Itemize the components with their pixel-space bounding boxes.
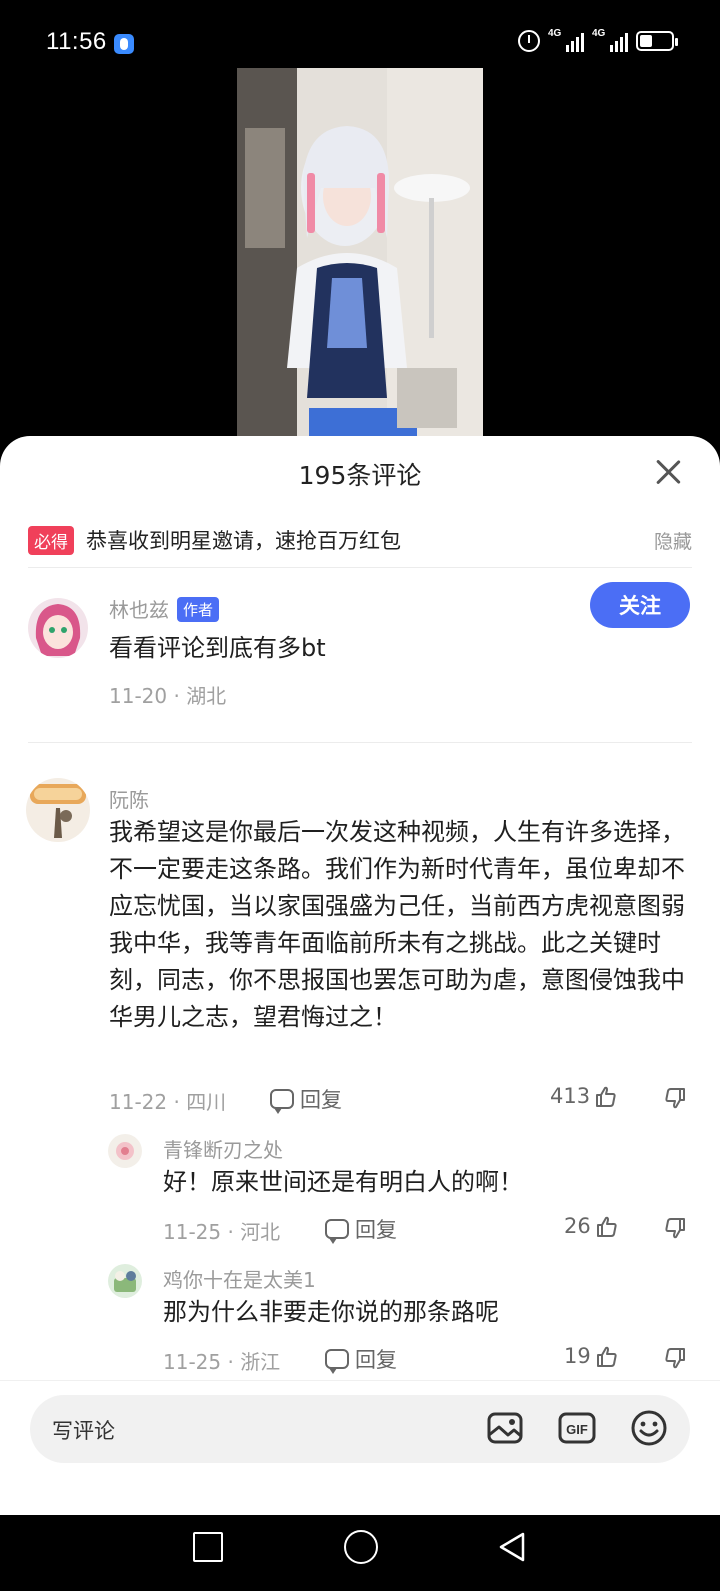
gif-icon[interactable]: GIF [558,1409,596,1447]
promo-banner[interactable]: 必得 恭喜收到明星邀请，速抢百万红包 隐藏 [28,512,692,568]
network-type-label-2: 4G [592,28,606,39]
comment-text[interactable]: 好！原来世间还是有明白人的啊！ [163,1164,683,1201]
signal-icon: 4G [548,28,584,52]
reply-label: 回复 [300,1088,342,1112]
divider [28,742,692,743]
reply-button[interactable]: 回复 [270,1084,342,1114]
svg-text:GIF: GIF [566,1422,588,1437]
comment-input-bar: 写评论 GIF [0,1380,720,1514]
app-notification-icon [114,34,134,54]
avatar[interactable] [108,1134,142,1168]
system-nav-bar [0,1515,720,1591]
avatar[interactable] [26,778,90,842]
comment-input-placeholder: 写评论 [52,1419,115,1443]
comment-author-name[interactable]: 阮陈 [109,784,149,813]
avatar-image [108,1264,142,1298]
battery-icon [636,31,678,51]
signal-icon-2: 4G [592,28,628,52]
comment-meta: 11-20 · 湖北 [109,684,227,708]
promo-badge: 必得 [28,525,74,555]
follow-button[interactable]: 关注 [590,582,690,628]
comment-text[interactable]: 看看评论到底有多bt [109,630,689,667]
home-button[interactable] [344,1530,378,1564]
comments-sheet: 195条评论 必得 恭喜收到明星邀请，速抢百万红包 隐藏 林也兹 作者 关注 看看… [0,436,720,1515]
status-time: 11:56 [46,28,107,55]
reply-icon [325,1219,349,1244]
like-count: 19 [564,1344,591,1368]
thumb-up-icon [594,1085,616,1107]
author-tag: 作者 [177,597,220,622]
like-count: 413 [550,1084,591,1108]
reply-icon [270,1089,294,1114]
video-frame-illustration [237,68,483,448]
reply-icon [325,1349,349,1374]
like-count: 26 [564,1214,591,1238]
like-button[interactable]: 26 [564,1214,617,1238]
avatar[interactable] [28,598,88,658]
like-button[interactable]: 413 [550,1084,616,1108]
emoji-icon[interactable] [630,1409,668,1447]
comment-text[interactable]: 我希望这是你最后一次发这种视频，人生有许多选择，不一定要走这条路。我们作为新时代… [109,814,689,1036]
promo-text[interactable]: 恭喜收到明星邀请，速抢百万红包 [86,525,401,555]
avatar-image [108,1134,142,1168]
image-icon[interactable] [486,1409,524,1447]
comment-meta: 11-25 · 浙江 [163,1350,281,1374]
video-thumbnail[interactable] [237,68,483,448]
comment-meta: 11-25 · 河北 [163,1220,281,1244]
alarm-icon [518,30,540,52]
promo-hide-button[interactable]: 隐藏 [654,527,692,554]
reply-label: 回复 [355,1348,397,1372]
comment-meta: 11-22 · 四川 [109,1090,227,1114]
thumb-down-icon[interactable] [663,1346,687,1370]
status-bar: 11:56 4G 4G [0,0,720,66]
thumb-up-icon [595,1215,617,1237]
avatar-image [26,778,90,842]
avatar-image [28,598,88,658]
divider [28,567,692,568]
avatar[interactable] [108,1264,142,1298]
reply-button[interactable]: 回复 [325,1214,397,1244]
thumb-down-icon[interactable] [663,1086,687,1110]
thumb-up-icon [595,1345,617,1367]
close-icon[interactable] [650,454,686,490]
comment-author-name[interactable]: 鸡你十在是太美1 [163,1264,316,1293]
author-name[interactable]: 林也兹 [109,598,169,622]
video-player[interactable] [0,66,720,448]
comment-author-name[interactable]: 林也兹 作者 [109,594,220,623]
thumb-down-icon[interactable] [663,1216,687,1240]
back-button[interactable] [497,1531,527,1563]
status-indicators: 4G 4G [518,28,678,52]
reply-label: 回复 [355,1218,397,1242]
comments-count-title: 195条评论 [298,461,422,490]
comment-author-name[interactable]: 青锋断刃之处 [163,1134,283,1163]
recent-apps-button[interactable] [193,1532,223,1562]
comment-input[interactable]: 写评论 GIF [30,1395,690,1463]
comment-text[interactable]: 那为什么非要走你说的那条路呢 [163,1294,683,1331]
like-button[interactable]: 19 [564,1344,617,1368]
reply-button[interactable]: 回复 [325,1344,397,1374]
network-type-label: 4G [548,28,562,39]
